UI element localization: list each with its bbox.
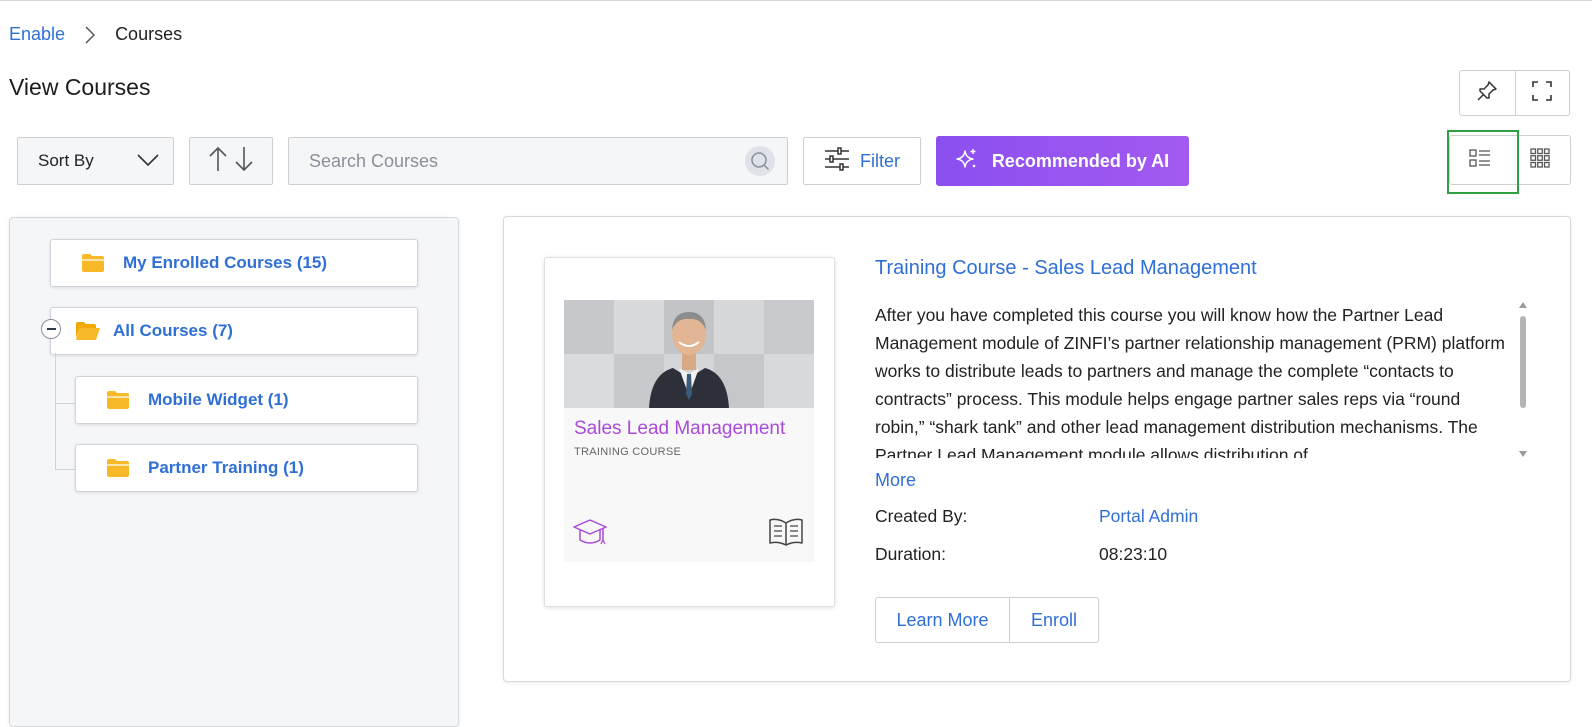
folder-icon (81, 253, 105, 273)
description-scrollbar[interactable] (1518, 302, 1528, 457)
scroll-up-arrow[interactable] (1519, 302, 1527, 308)
page-title: View Courses (9, 74, 151, 100)
ai-label: Recommended by AI (991, 150, 1170, 171)
filter-label: Filter (860, 150, 900, 171)
minus-icon (46, 328, 56, 330)
created-by-label: Created By: (875, 506, 968, 526)
pin-button[interactable] (1460, 71, 1515, 115)
breadcrumb-current: Courses (115, 24, 183, 44)
breadcrumb: Enable Courses (9, 24, 182, 45)
sort-by-dropdown[interactable]: Sort By (17, 137, 174, 185)
course-actions: Learn More Enroll (875, 597, 1099, 643)
page-actions (1459, 70, 1570, 116)
folder-open-icon (75, 321, 101, 341)
graduation-cap-icon (573, 518, 607, 553)
arrow-up-icon (208, 146, 228, 177)
filter-button[interactable]: Filter (803, 137, 921, 185)
person-illustration (649, 312, 729, 408)
created-by-link[interactable]: Portal Admin (1099, 506, 1198, 527)
sparkles-icon (956, 148, 978, 175)
scroll-down-arrow[interactable] (1519, 451, 1527, 457)
open-book-icon (768, 517, 804, 552)
recommended-by-ai-button[interactable]: Recommended by AI (936, 136, 1189, 186)
tree-connector (55, 353, 56, 470)
more-link[interactable]: More (875, 470, 916, 491)
sliders-icon (824, 146, 850, 176)
duration-label: Duration: (875, 544, 947, 564)
folder-icon (106, 390, 130, 410)
course-photo (564, 300, 814, 408)
view-toggle (1447, 130, 1571, 194)
collapse-toggle-button[interactable] (41, 319, 61, 339)
search-icon[interactable] (745, 146, 775, 176)
chevron-down-icon (137, 151, 159, 171)
course-description: After you have completed this course you… (875, 305, 1505, 458)
chevron-right-icon (85, 25, 96, 44)
duration-value: 08:23:10 (1099, 544, 1168, 564)
enroll-button[interactable]: Enroll (1009, 598, 1098, 642)
tree-item-partner-training[interactable]: Partner Training (1) (75, 444, 418, 492)
tree-item-enrolled[interactable]: My Enrolled Courses (15) (50, 239, 418, 287)
arrow-down-icon (234, 146, 254, 177)
tree-connector (55, 469, 75, 470)
tree-item-label: All Courses (7) (113, 321, 233, 340)
grid-view-icon (1530, 147, 1550, 173)
learn-more-button[interactable]: Learn More (876, 598, 1009, 642)
tree-item-label: Mobile Widget (1) (148, 390, 289, 409)
tree-connector (55, 403, 75, 404)
tree-item-all-courses[interactable]: All Courses (7) (50, 307, 418, 355)
fullscreen-icon (1531, 80, 1553, 107)
tree-item-mobile-widget[interactable]: Mobile Widget (1) (75, 376, 418, 424)
thumbnail-subtitle: TRAINING COURSE (574, 446, 682, 458)
top-divider (0, 0, 1592, 1)
search-box (288, 137, 788, 185)
grid-view-button[interactable] (1510, 136, 1570, 184)
list-view-button[interactable] (1447, 130, 1519, 194)
scroll-thumb[interactable] (1520, 316, 1526, 408)
sort-by-label: Sort By (38, 151, 94, 170)
thumbnail-title: Sales Lead Management (574, 418, 786, 439)
list-view-icon (1469, 148, 1491, 173)
search-input[interactable] (309, 150, 745, 172)
fullscreen-button[interactable] (1514, 71, 1570, 115)
breadcrumb-enable-link[interactable]: Enable (9, 24, 65, 45)
tree-item-label: My Enrolled Courses (15) (123, 253, 328, 272)
sort-direction-button[interactable] (189, 137, 273, 185)
folder-icon (106, 458, 130, 478)
tree-item-label: Partner Training (1) (148, 458, 304, 477)
course-title-link[interactable]: Training Course - Sales Lead Management (875, 257, 1257, 280)
pin-icon (1476, 80, 1498, 107)
